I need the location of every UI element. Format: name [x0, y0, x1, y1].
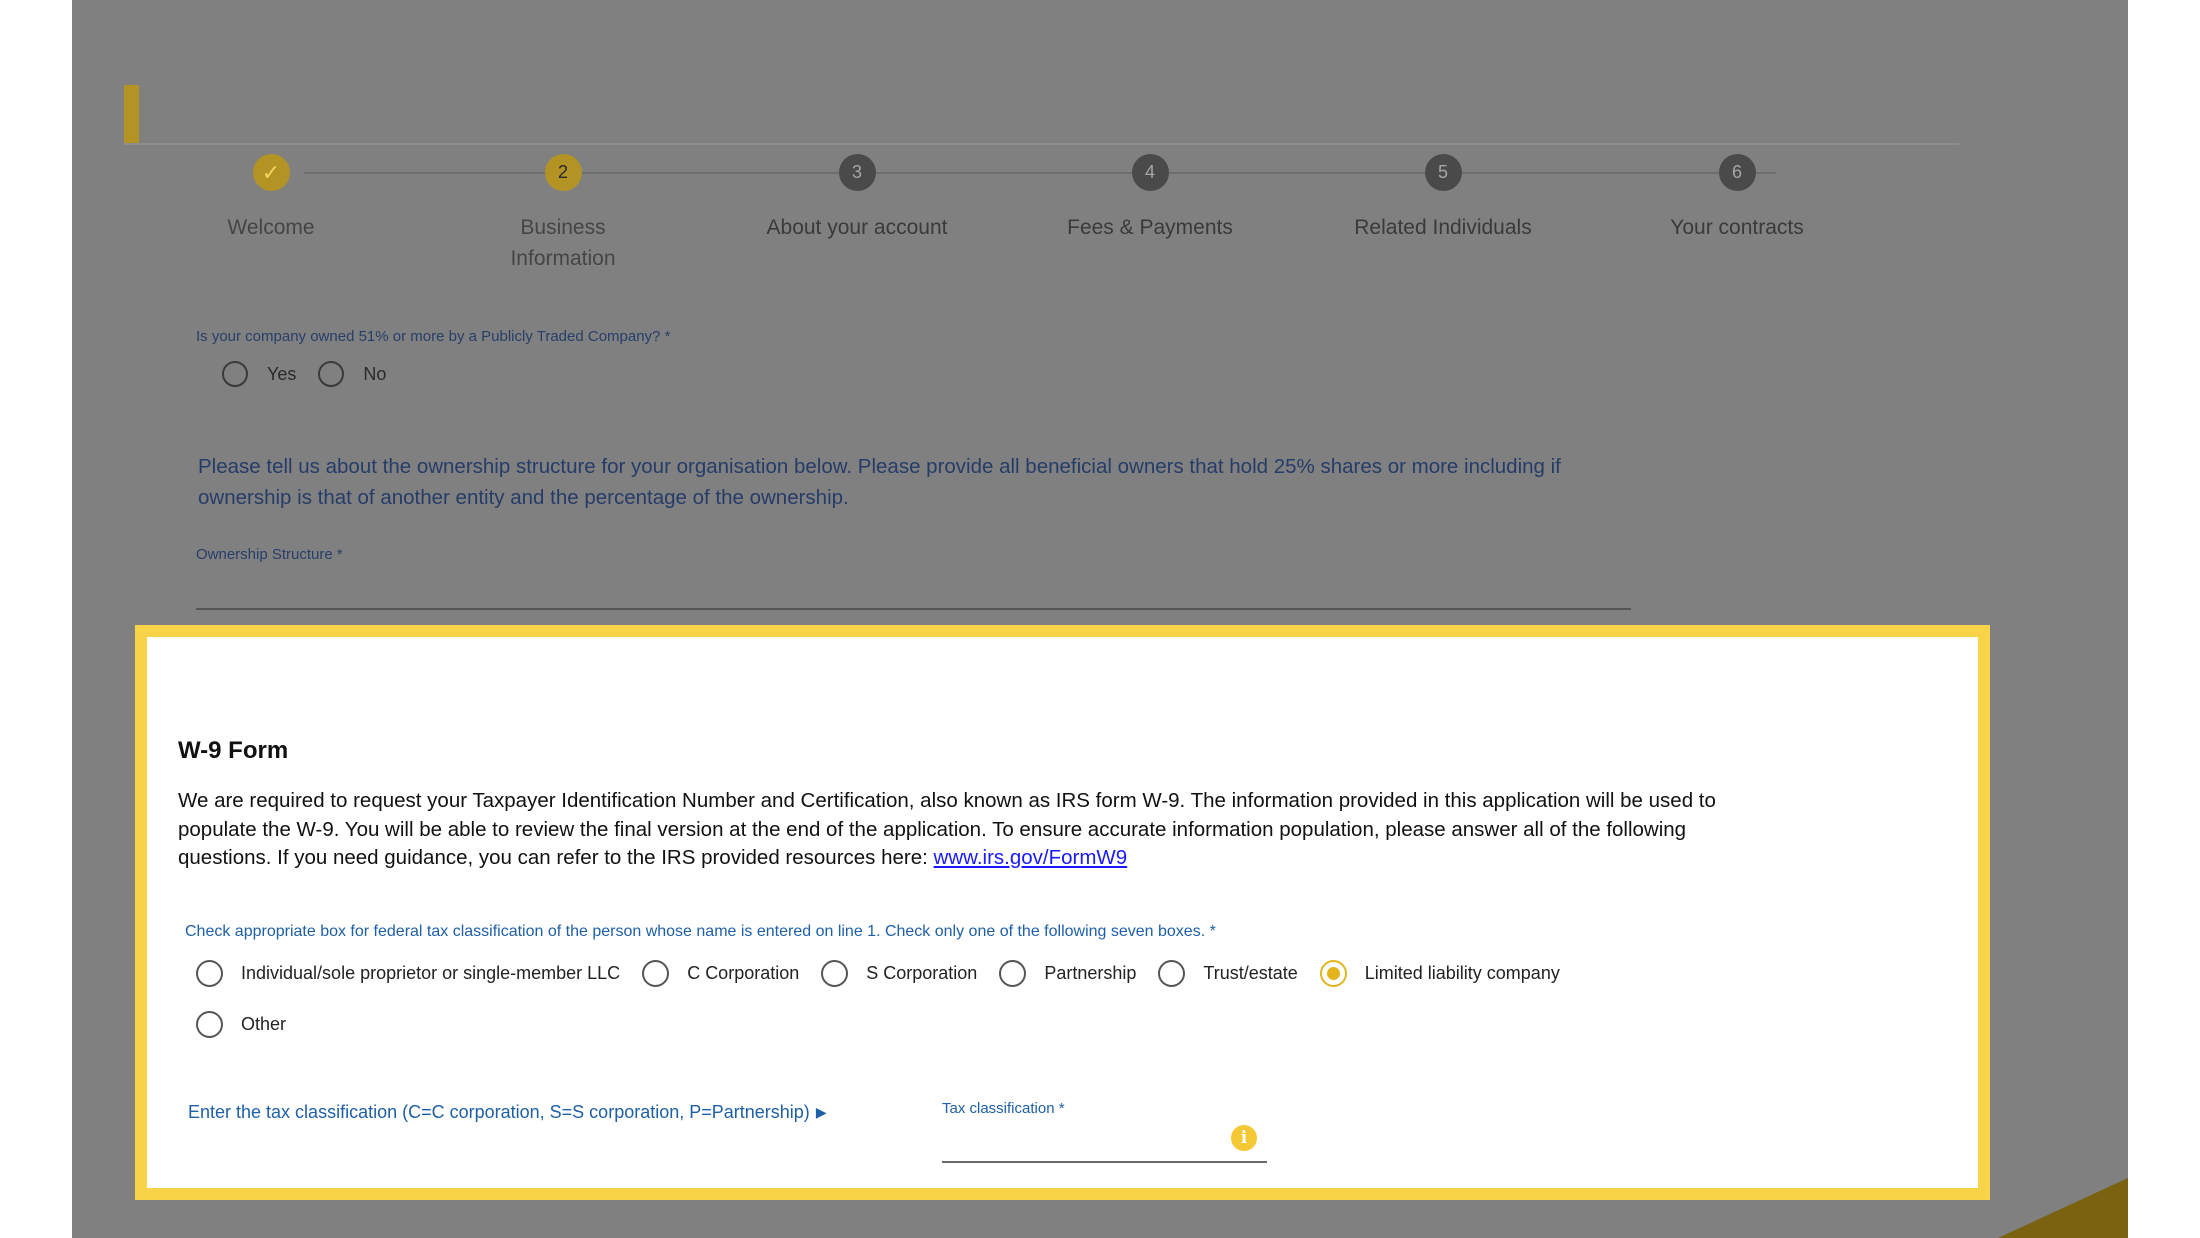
tax-classification-radio-group: Individual/sole proprietor or single-mem…	[196, 960, 1582, 987]
step-your-contracts[interactable]: 6 Your contracts	[1557, 154, 1917, 243]
step-number: 2	[557, 162, 568, 182]
step-indicator: 3	[838, 154, 876, 191]
limited-liability-company-radio[interactable]	[1319, 960, 1347, 987]
s-corporation-radio[interactable]	[821, 960, 849, 987]
c-corporation-radio[interactable]	[642, 960, 670, 987]
tax-classification-question: Check appropriate box for federal tax cl…	[185, 923, 1216, 940]
info-icon[interactable]: i	[1231, 1125, 1257, 1151]
w9-description: We are required to request your Taxpayer…	[178, 787, 1738, 873]
yes-label: Yes	[267, 363, 297, 384]
progress-stepper: ✓ Welcome 2 Business Information 3 About…	[72, 0, 2128, 300]
other-radio[interactable]	[196, 1011, 223, 1038]
irs-form-w9-link[interactable]: www.irs.gov/FormW9	[934, 846, 1128, 869]
w9-form-panel: W-9 Form We are required to request your…	[135, 625, 1990, 1200]
trust-estate-label: Trust/estate	[1203, 963, 1298, 983]
step-number: 5	[1437, 162, 1448, 182]
c-corporation-label: C Corporation	[687, 963, 800, 983]
partnership-label: Partnership	[1044, 963, 1137, 983]
ownership-structure-input[interactable]	[196, 608, 1631, 610]
other-label: Other	[241, 1014, 287, 1034]
s-corporation-label: S Corporation	[866, 963, 978, 983]
yes-radio[interactable]	[222, 361, 248, 387]
step-number: 3	[851, 162, 862, 182]
step-number: ✓	[261, 159, 281, 185]
play-arrow-icon: ▶	[815, 1104, 827, 1120]
no-radio[interactable]	[318, 361, 345, 387]
tax-classification-label: Tax classification *	[942, 1100, 1065, 1117]
step-indicator: 2	[544, 154, 582, 191]
individual-radio[interactable]	[196, 960, 223, 987]
step-number: 4	[1144, 162, 1155, 182]
step-number: 6	[1731, 162, 1742, 182]
w9-title: W-9 Form	[178, 737, 289, 764]
ownership-instructions: Please tell us about the ownership struc…	[198, 455, 1561, 509]
partnership-radio[interactable]	[999, 960, 1027, 987]
check-icon: ✓	[252, 154, 290, 191]
tax-classification-help: Enter the tax classification (C=C corpor…	[188, 1102, 827, 1123]
trust-estate-radio[interactable]	[1158, 960, 1186, 987]
tax-classification-help-text: Enter the tax classification (C=C corpor…	[188, 1102, 810, 1122]
step-indicator: 6	[1718, 154, 1756, 191]
tax-classification-input[interactable]	[942, 1127, 1267, 1163]
step-indicator: 4	[1131, 154, 1169, 191]
public-company-question: Is your company owned 51% or more by a P…	[196, 328, 671, 345]
step-label: Your contracts	[1670, 216, 1804, 239]
limited-liability-company-label: Limited liability company	[1364, 963, 1560, 983]
corner-decoration	[1998, 1178, 2128, 1238]
no-label: No	[363, 363, 387, 384]
individual-label: Individual/sole proprietor or single-mem…	[241, 963, 621, 983]
public-company-radio-group: Yes No	[222, 361, 408, 387]
step-indicator: 5	[1424, 154, 1462, 191]
tax-classification-radio-group-row2: Other	[196, 1011, 308, 1038]
ownership-structure-label: Ownership Structure *	[196, 546, 343, 563]
